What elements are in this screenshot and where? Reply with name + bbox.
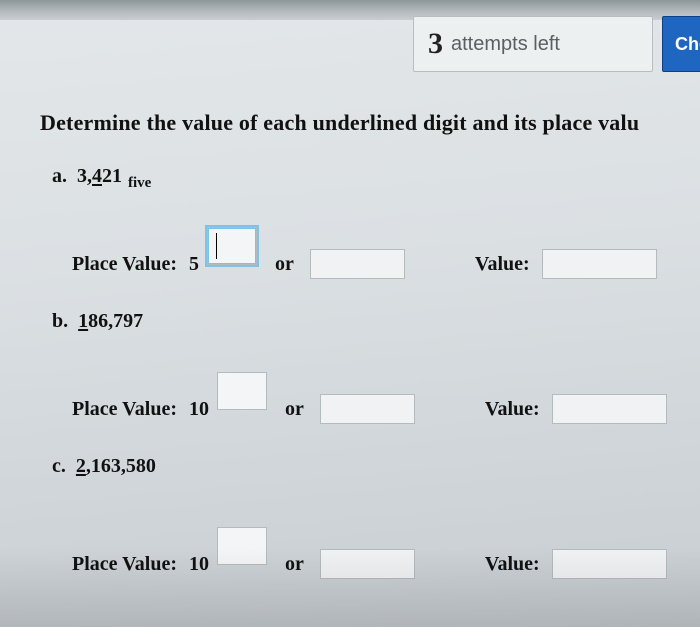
question-b-exponent-input[interactable] [217, 372, 267, 410]
text-caret-icon [216, 233, 217, 259]
instruction-text: Determine the value of each underlined d… [40, 110, 700, 136]
question-c-value-input[interactable] [552, 549, 667, 579]
place-value-label: Place Value: [72, 398, 177, 421]
check-my-work-button[interactable]: Check my [662, 16, 700, 72]
question-b-pv-base: 10 [189, 398, 209, 421]
question-a-alt-place-value-input[interactable] [310, 249, 405, 279]
question-c-number: c. 2,163,580 [52, 455, 692, 478]
question-a-num-post: 21 [102, 165, 122, 187]
attempts-count: 3 [428, 27, 443, 61]
question-b-number: b. 186,797 [52, 310, 692, 333]
question-a-pv-base: 5 [189, 253, 199, 276]
value-label: Value: [475, 253, 530, 276]
attempts-label: attempts left [451, 33, 560, 56]
question-a-answer-row: Place Value: 5 or Value: [72, 245, 657, 283]
or-label: or [285, 553, 304, 576]
place-value-label: Place Value: [72, 253, 177, 276]
or-label: or [285, 398, 304, 421]
question-c-num-underlined: 2 [76, 455, 86, 477]
question-b-alt-place-value-input[interactable] [320, 394, 415, 424]
question-a-base-subscript: five [128, 175, 151, 192]
question-a: a. 3,421 five [52, 165, 692, 188]
question-a-num-pre: 3, [77, 165, 92, 187]
question-c-exponent-input[interactable] [217, 527, 267, 565]
value-label: Value: [485, 398, 540, 421]
question-c-num-post: ,163,580 [86, 455, 156, 477]
question-a-number: a. 3,421 five [52, 165, 692, 188]
question-a-value-input[interactable] [542, 249, 657, 279]
question-b: b. 186,797 [52, 310, 692, 333]
question-c-pv-base: 10 [189, 553, 209, 576]
question-b-letter: b. [52, 310, 68, 333]
question-a-num-underlined: 4 [92, 165, 102, 187]
question-b-num-underlined: 1 [78, 310, 88, 332]
place-value-label: Place Value: [72, 553, 177, 576]
or-label: or [275, 253, 294, 276]
attempts-remaining-box: 3 attempts left [413, 16, 653, 72]
question-c-letter: c. [52, 455, 66, 478]
question-b-num-post: 86,797 [88, 310, 143, 332]
question-c-alt-place-value-input[interactable] [320, 549, 415, 579]
value-label: Value: [485, 553, 540, 576]
question-c-answer-row: Place Value: 10 or Value: [72, 545, 667, 583]
question-a-exponent-input[interactable] [207, 227, 257, 265]
question-c: c. 2,163,580 [52, 455, 692, 478]
question-b-answer-row: Place Value: 10 or Value: [72, 390, 667, 428]
check-button-label: Check my [675, 34, 700, 55]
page-root: 3 attempts left Check my Determine the v… [0, 0, 700, 627]
question-b-value-input[interactable] [552, 394, 667, 424]
question-a-letter: a. [52, 165, 67, 188]
